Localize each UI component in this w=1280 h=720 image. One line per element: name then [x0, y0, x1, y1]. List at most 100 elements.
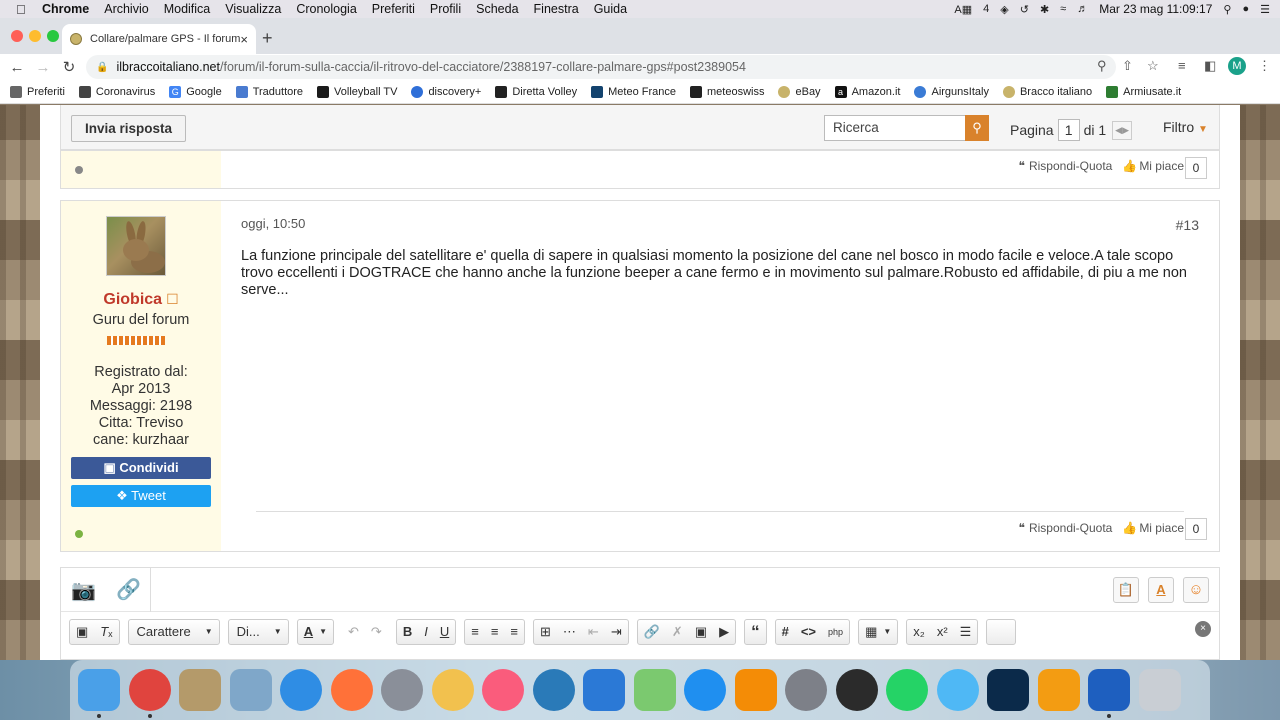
undo-icon[interactable]: ↶: [342, 620, 365, 644]
finder-icon[interactable]: [78, 669, 120, 718]
quote-icon[interactable]: ❝: [1019, 159, 1025, 173]
address-bar[interactable]: 🔒 ilbraccoitaliano.net/forum/il-forum-su…: [86, 55, 1116, 79]
spotlight-search-icon[interactable]: ⚲: [1223, 3, 1231, 16]
align-right-icon[interactable]: ≡: [504, 620, 524, 644]
outdent-icon[interactable]: ⇤: [582, 620, 605, 644]
post-number-link[interactable]: #13: [1176, 217, 1199, 233]
insert-video-icon[interactable]: ▶: [713, 620, 735, 644]
bookmark-volleyball-tv[interactable]: Volleyball TV: [317, 85, 397, 98]
keyboard-input-icon[interactable]: A▦: [954, 3, 972, 16]
timemachine-icon[interactable]: ◈: [1000, 3, 1008, 16]
thumbs-up-icon[interactable]: 👍: [1122, 159, 1137, 173]
close-window-button[interactable]: [11, 30, 23, 42]
emoji-icon[interactable]: ☺: [1183, 577, 1209, 603]
thumbs-up-icon[interactable]: 👍: [1122, 521, 1137, 535]
photos-icon[interactable]: [431, 669, 474, 711]
preview-edit-icon[interactable]: [1088, 669, 1130, 718]
chrome-menu-icon[interactable]: ⋮: [1258, 58, 1271, 74]
bookmark-meteoswiss[interactable]: meteoswiss: [690, 85, 764, 98]
align-center-icon[interactable]: ≡: [485, 620, 505, 644]
numbered-list-icon[interactable]: ⊞: [534, 620, 557, 644]
photoshop-icon[interactable]: [987, 669, 1029, 711]
bullet-list-icon[interactable]: ⋯: [557, 620, 582, 644]
table-select[interactable]: ▦ ▼: [858, 619, 899, 645]
code-icon[interactable]: <>: [795, 620, 822, 644]
reading-list-icon[interactable]: ≡: [1178, 58, 1186, 73]
align-left-icon[interactable]: ≡: [465, 620, 485, 644]
clear-format-icon[interactable]: Tₓ: [94, 620, 118, 644]
bookmark-meteo-france[interactable]: Meteo France: [591, 85, 676, 98]
preview-stamp-icon[interactable]: [179, 669, 221, 711]
reply-quote-link[interactable]: Rispondi-Quota: [1029, 159, 1112, 173]
font-color-select[interactable]: A ▼: [296, 619, 334, 645]
photo-booth-icon[interactable]: [835, 669, 878, 711]
like-link[interactable]: Mi piace: [1139, 159, 1184, 173]
profile-avatar[interactable]: M: [1228, 57, 1246, 75]
menu-guida[interactable]: Guida: [594, 2, 627, 16]
menu-cronologia[interactable]: Cronologia: [296, 2, 356, 16]
calculator-icon[interactable]: [1037, 669, 1080, 711]
menu-scheda[interactable]: Scheda: [476, 2, 518, 16]
camera-icon[interactable]: 📷: [71, 578, 96, 603]
menu-preferiti[interactable]: Preferiti: [372, 2, 415, 16]
trash-icon[interactable]: [1138, 669, 1181, 711]
facebook-share-button[interactable]: ▣ Condividi: [71, 457, 211, 479]
siri-icon[interactable]: ●: [1242, 3, 1249, 15]
avatar[interactable]: [106, 216, 166, 276]
menu-app-name[interactable]: Chrome: [42, 2, 89, 16]
filter-dropdown[interactable]: Filtro ▼: [1163, 119, 1208, 135]
volume-icon[interactable]: ♬: [1077, 3, 1088, 15]
source-icon[interactable]: ▣: [70, 620, 94, 644]
superscript-icon[interactable]: x²: [931, 620, 954, 644]
underline-icon[interactable]: U: [434, 620, 455, 644]
post-author[interactable]: Giobica ☐: [61, 291, 221, 309]
messages-icon[interactable]: [936, 669, 979, 711]
insert-image-icon[interactable]: ▣: [689, 620, 713, 644]
like-link[interactable]: Mi piace: [1139, 521, 1184, 535]
minimize-window-button[interactable]: [29, 30, 41, 42]
word-icon[interactable]: [583, 669, 625, 711]
unlink-icon[interactable]: ✗: [666, 620, 689, 644]
bookmark-star-icon[interactable]: ☆: [1147, 58, 1159, 74]
menu-archivio[interactable]: Archivio: [104, 2, 148, 16]
subscript-icon[interactable]: x₂: [907, 620, 931, 644]
bookmark-preferiti[interactable]: Preferiti: [10, 85, 65, 98]
vlc-icon[interactable]: [734, 669, 777, 711]
bluetooth-icon[interactable]: ✱: [1040, 3, 1049, 16]
clipboard-icon[interactable]: 📋: [1113, 577, 1139, 603]
insert-link-icon[interactable]: 🔗: [638, 620, 666, 644]
send-reply-button[interactable]: Invia risposta: [71, 115, 187, 142]
bookmark-discovery[interactable]: discovery+: [411, 85, 481, 98]
horizontal-rule-icon[interactable]: ☰: [954, 620, 978, 644]
lock-icon[interactable]: 🔒: [96, 62, 108, 73]
private-message-icon[interactable]: ☐: [166, 291, 179, 307]
twitter-share-button[interactable]: ❖ Tweet: [71, 485, 211, 507]
menu-profili[interactable]: Profili: [430, 2, 461, 16]
bookmark-amazon[interactable]: a Amazon.it: [834, 85, 900, 98]
zoom-icon[interactable]: ⚲: [1097, 58, 1107, 74]
font-family-select[interactable]: Carattere ▼: [127, 619, 220, 645]
wifi-icon[interactable]: ≈: [1060, 3, 1066, 15]
preview-icon[interactable]: [229, 669, 272, 711]
menu-visualizza[interactable]: Visualizza: [225, 2, 281, 16]
close-editor-icon[interactable]: ×: [1195, 621, 1211, 637]
menu-modifica[interactable]: Modifica: [164, 2, 211, 16]
clock[interactable]: Mar 23 mag 11:09:17: [1099, 2, 1212, 16]
search-icon[interactable]: ⚲: [965, 115, 989, 141]
italic-icon[interactable]: I: [418, 620, 434, 644]
bookmark-diretta-volley[interactable]: Diretta Volley: [495, 85, 577, 98]
music-icon[interactable]: [482, 669, 524, 711]
font-size-select[interactable]: Di... ▼: [227, 619, 289, 645]
bookmark-bracco-italiano[interactable]: Bracco italiano: [1002, 85, 1092, 98]
whatsapp-icon[interactable]: [886, 669, 928, 711]
launchpad-icon[interactable]: [381, 669, 423, 711]
bookmark-google[interactable]: G Google: [169, 85, 222, 98]
reply-quote-link[interactable]: Rispondi-Quota: [1029, 521, 1112, 535]
toolbar-extra-button[interactable]: [986, 619, 1017, 645]
menu-finestra[interactable]: Finestra: [534, 2, 579, 16]
history-icon[interactable]: ↺: [1020, 3, 1029, 16]
page-arrows-icon[interactable]: ◀▶: [1112, 120, 1133, 140]
quote-icon[interactable]: ❝: [1019, 521, 1025, 535]
app-store-icon[interactable]: [684, 669, 726, 711]
reload-icon[interactable]: ↻: [56, 58, 82, 76]
